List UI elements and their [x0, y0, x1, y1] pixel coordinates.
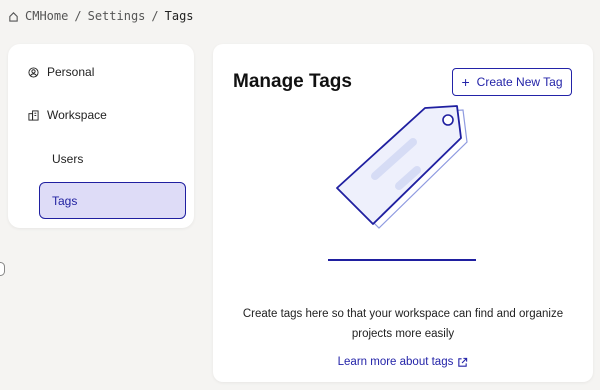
- manage-tags-panel: Manage Tags + Create New Tag Create tags…: [213, 44, 593, 382]
- breadcrumb: CMHome / Settings / Tags: [8, 9, 194, 23]
- sidebar-item-users[interactable]: Users: [8, 151, 238, 167]
- sidebar-item-label: Tags: [52, 193, 78, 208]
- page-title: Manage Tags: [233, 71, 352, 92]
- learn-more-link[interactable]: Learn more about tags: [213, 356, 593, 368]
- sidebar-item-personal[interactable]: Personal: [8, 64, 214, 80]
- sidebar-item-workspace[interactable]: Workspace: [8, 107, 214, 123]
- sidebar-item-label: Workspace: [47, 108, 107, 122]
- sidebar-item-tags[interactable]: Tags: [39, 182, 186, 219]
- sidebar-item-label: Personal: [47, 65, 95, 79]
- learn-more-label: Learn more about tags: [337, 356, 454, 368]
- breadcrumb-home[interactable]: CMHome: [25, 9, 68, 23]
- settings-sidebar: Personal Workspace Users Tags: [8, 44, 194, 228]
- building-icon: [28, 109, 39, 121]
- breadcrumb-settings[interactable]: Settings: [88, 9, 146, 23]
- breadcrumb-separator: /: [151, 9, 159, 23]
- create-new-tag-label: Create New Tag: [476, 75, 563, 89]
- external-link-icon: [458, 357, 468, 367]
- home-icon: [8, 11, 19, 22]
- user-circle-icon: [28, 66, 39, 78]
- create-new-tag-button[interactable]: + Create New Tag: [452, 68, 572, 96]
- edge-handle[interactable]: [0, 262, 5, 276]
- tag-illustration: [328, 105, 476, 261]
- plus-icon: +: [461, 74, 470, 90]
- breadcrumb-separator: /: [74, 9, 82, 23]
- sidebar-item-label: Users: [52, 152, 84, 166]
- breadcrumb-current: Tags: [164, 9, 194, 23]
- empty-state-description: Create tags here so that your workspace …: [242, 308, 564, 340]
